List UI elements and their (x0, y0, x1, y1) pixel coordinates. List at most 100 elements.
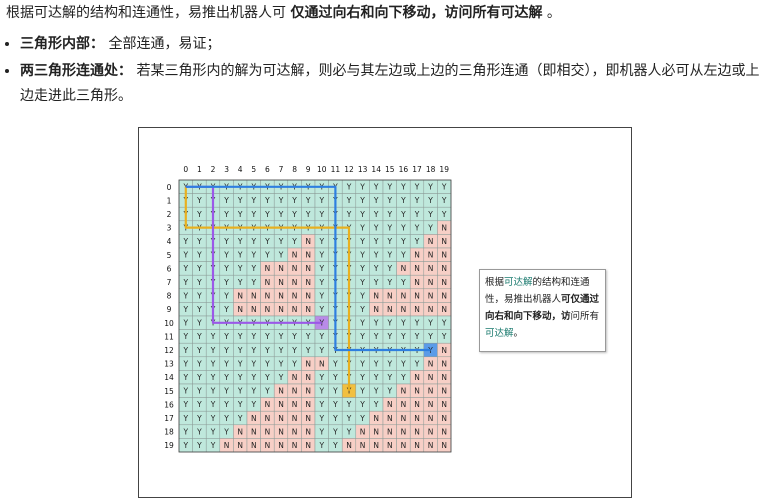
cell-value: Y (183, 291, 189, 300)
cell-value: N (414, 305, 420, 314)
cell-value: Y (305, 210, 311, 219)
cell-value: Y (210, 400, 216, 409)
cell-value: N (428, 387, 434, 396)
cell-value: Y (196, 319, 202, 328)
cell-value: N (401, 305, 407, 314)
cell-value: Y (332, 387, 338, 396)
cell-value: N (278, 278, 284, 287)
cell-value: N (278, 441, 284, 450)
cell-value: Y (237, 400, 243, 409)
col-label: 17 (412, 165, 422, 174)
cell-value: Y (414, 332, 420, 341)
cell-value: Y (332, 373, 338, 382)
cell-value: N (414, 291, 420, 300)
row-label: 7 (167, 278, 172, 287)
cell-value: Y (264, 210, 270, 219)
cell-value: N (292, 414, 298, 423)
cell-value: Y (264, 196, 270, 205)
cell-value: Y (373, 278, 379, 287)
cell-value: N (428, 359, 434, 368)
row-label: 1 (167, 196, 172, 205)
cell-value: Y (210, 387, 216, 396)
cell-value: Y (251, 400, 257, 409)
cell-value: Y (251, 359, 257, 368)
cell-value: N (251, 427, 257, 436)
cell-value: N (360, 441, 366, 450)
cell-value: Y (210, 332, 216, 341)
cell-value: Y (387, 196, 393, 205)
cell-value: N (441, 237, 447, 246)
bullet-list: 三角形内部： 全部连通，易证； 两三角形连通处： 若某三角形内的解为可达解，则必… (0, 32, 760, 111)
cell-value: Y (183, 278, 189, 287)
cell-value: Y (346, 183, 352, 192)
cell-value: N (441, 400, 447, 409)
cell-value: Y (319, 387, 325, 396)
cell-value: N (428, 291, 434, 300)
row-label: 13 (164, 360, 174, 369)
cell-value: Y (291, 237, 297, 246)
cell-value: Y (319, 346, 325, 355)
cell-value: Y (319, 373, 325, 382)
row-label: 17 (164, 414, 174, 423)
cell-value: N (441, 251, 447, 260)
row-label: 15 (164, 387, 174, 396)
cell-value: Y (278, 346, 284, 355)
bullet-label: 两三角形连通处： (20, 63, 132, 79)
cell-value: N (292, 251, 298, 260)
cell-value: Y (400, 319, 406, 328)
cell-value: Y (183, 346, 189, 355)
cell-value: Y (237, 373, 243, 382)
cell-value: Y (359, 387, 365, 396)
cell-value: Y (414, 319, 420, 328)
cell-value: Y (196, 441, 202, 450)
row-label: 14 (164, 373, 174, 382)
callout-text: 。 (513, 328, 524, 339)
cell-value: Y (196, 332, 202, 341)
cell-value: N (428, 414, 434, 423)
cell-value: Y (414, 196, 420, 205)
cell-value: Y (359, 196, 365, 205)
cell-value: Y (278, 210, 284, 219)
row-label: 16 (164, 400, 174, 409)
cell-value: N (414, 387, 420, 396)
cell-value: Y (264, 373, 270, 382)
cell-value: Y (196, 414, 202, 423)
cell-value: N (401, 414, 407, 423)
cell-value: Y (278, 359, 284, 368)
cell-value: N (305, 291, 311, 300)
cell-value: N (428, 251, 434, 260)
col-label: 10 (317, 165, 327, 174)
cell-value: Y (359, 373, 365, 382)
cell-value: Y (441, 196, 447, 205)
cell-value: Y (387, 319, 393, 328)
cell-value: Y (183, 414, 189, 423)
cell-value: Y (237, 278, 243, 287)
cell-value: Y (264, 346, 270, 355)
cell-value: Y (373, 332, 379, 341)
cell-value: Y (359, 332, 365, 341)
cell-value: Y (251, 210, 257, 219)
col-label: 12 (344, 165, 354, 174)
cell-value: Y (319, 237, 325, 246)
cell-value: Y (251, 373, 257, 382)
cell-value: Y (264, 359, 270, 368)
cell-value: Y (223, 387, 229, 396)
callout-highlight: 可达解 (504, 277, 533, 288)
cell-value: Y (414, 223, 420, 232)
cell-value: Y (237, 414, 243, 423)
cell-value: Y (264, 387, 270, 396)
cell-value: Y (196, 400, 202, 409)
cell-value: Y (319, 305, 325, 314)
cell-value: Y (196, 291, 202, 300)
cell-value: Y (346, 196, 352, 205)
cell-value: Y (427, 319, 433, 328)
cell-value: N (401, 441, 407, 450)
cell-value: N (278, 291, 284, 300)
row-label: 11 (164, 332, 174, 341)
cell-value: Y (359, 414, 365, 423)
col-label: 8 (292, 165, 297, 174)
cell-value: Y (400, 237, 406, 246)
cell-value: Y (359, 400, 365, 409)
col-label: 7 (279, 165, 284, 174)
col-label: 18 (426, 165, 436, 174)
